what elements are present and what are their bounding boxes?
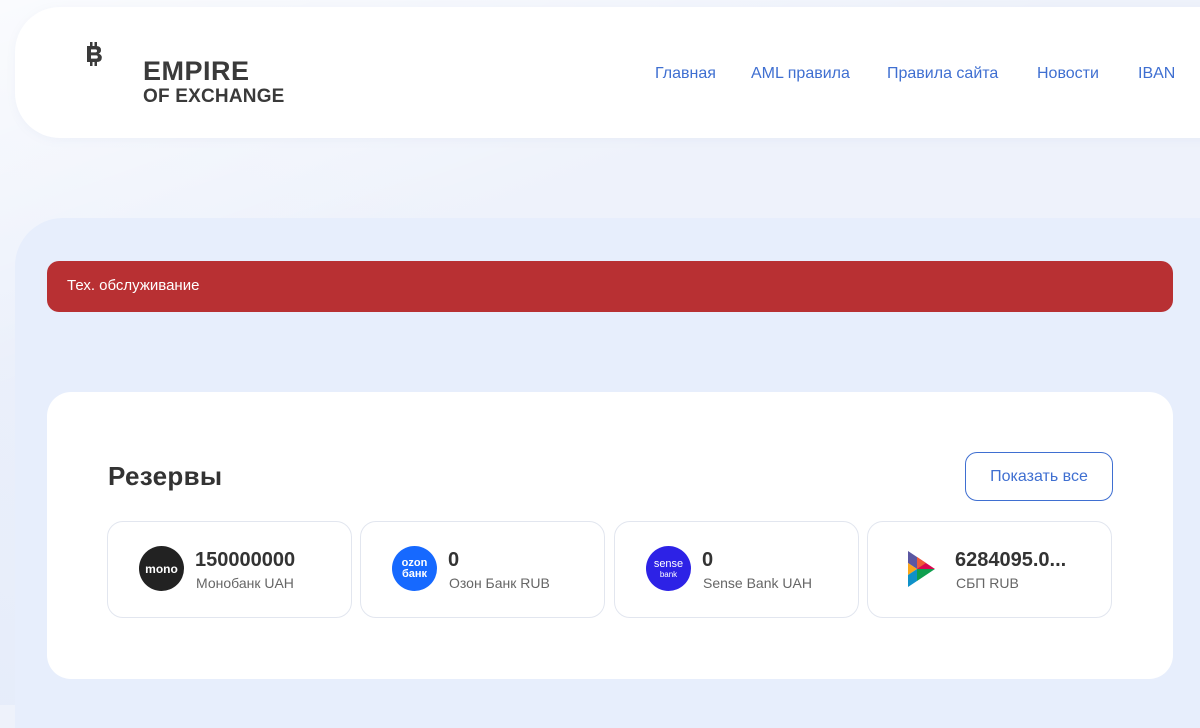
bitcoin-logo-icon[interactable]: [83, 41, 105, 67]
maintenance-alert: Тех. обслуживание: [47, 261, 1173, 312]
sense-bank-logo-icon: sense bank: [646, 546, 691, 591]
reserve-amount: 6284095.0...: [955, 549, 1067, 571]
reserve-item-sense-bank[interactable]: sense bank 0 Sense Bank UAH: [614, 521, 859, 618]
reserve-amount: 0: [448, 549, 460, 571]
reserve-amount: 0: [702, 549, 714, 571]
reserves-card: Резервы Показать все mono 150000000 Моно…: [47, 392, 1173, 679]
reserve-amount: 150000000: [195, 549, 296, 571]
reserve-item-sbp[interactable]: 6284095.0... СБП RUB: [867, 521, 1112, 618]
brand-name-line1[interactable]: EMPIRE: [143, 56, 250, 86]
maintenance-alert-text: Тех. обслуживание: [67, 277, 200, 294]
reserve-name: СБП RUB: [956, 575, 1019, 591]
ozon-logo-text: ozon: [401, 556, 428, 569]
nav-link-aml[interactable]: AML правила: [751, 63, 850, 85]
reserve-item-ozon-bank[interactable]: ozon банк 0 Озон Банк RUB: [360, 521, 605, 618]
reserve-name: Озон Банк RUB: [449, 575, 550, 591]
mono-logo-text: mono: [145, 561, 178, 576]
reserve-name: Монобанк UAH: [196, 575, 294, 591]
reserves-title: Резервы: [108, 461, 223, 491]
brand-name-line2[interactable]: OF EXCHANGE: [143, 86, 285, 108]
reserve-name: Sense Bank UAH: [703, 575, 812, 591]
nav-link-iban[interactable]: IBAN: [1138, 63, 1175, 85]
nav-link-home[interactable]: Главная: [655, 63, 716, 85]
mono-logo-icon: mono: [139, 546, 184, 591]
sense-logo-subtext: bank: [659, 569, 678, 579]
ozon-logo-subtext: банк: [401, 567, 428, 580]
nav-link-site-rules[interactable]: Правила сайта: [887, 63, 998, 85]
nav-link-news[interactable]: Новости: [1037, 63, 1099, 85]
ozon-bank-logo-icon: ozon банк: [392, 546, 437, 591]
sense-logo-text: sense: [653, 557, 684, 570]
reserve-item-monobank[interactable]: mono 150000000 Монобанк UAH: [107, 521, 352, 618]
site-header: EMPIRE OF EXCHANGE Главная AML правила П…: [15, 7, 1200, 138]
show-all-button[interactable]: Показать все: [965, 452, 1113, 501]
sbp-logo-icon: [899, 546, 944, 591]
